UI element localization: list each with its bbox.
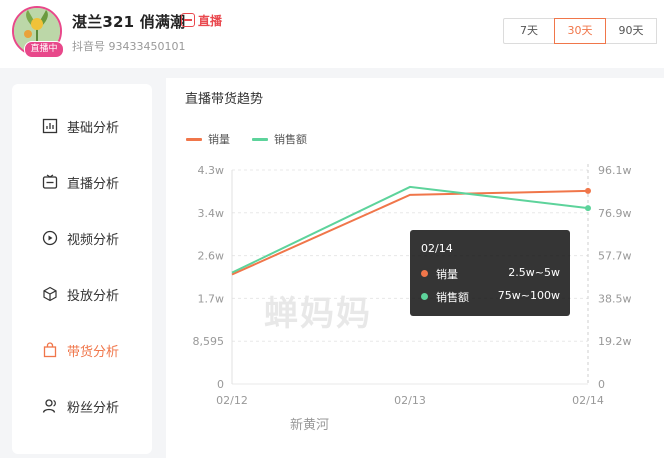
tooltip-row-sales: 销量 2.5w~5w bbox=[421, 266, 560, 282]
sidebar: 基础分析 直播分析 视频分析 投放分析 带货分析 粉丝分析 bbox=[12, 84, 152, 454]
tooltip-name-sales: 销量 bbox=[436, 268, 458, 281]
tooltip-dot-revenue bbox=[421, 293, 428, 300]
shopping-bag-icon bbox=[43, 342, 57, 358]
y-right-tick-label: 57.7w bbox=[598, 250, 632, 263]
sidebar-item-ads[interactable]: 投放分析 bbox=[12, 274, 152, 314]
sidebar-item-basic[interactable]: 基础分析 bbox=[12, 106, 152, 146]
y-left-tick-label: 3.4w bbox=[198, 207, 225, 220]
bar-chart-icon bbox=[42, 118, 58, 134]
x-tick-label: 02/13 bbox=[394, 394, 426, 407]
tooltip-value-revenue: 75w~100w bbox=[497, 289, 560, 302]
y-right-tick-label: 96.1w bbox=[598, 164, 632, 177]
tooltip-value-sales: 2.5w~5w bbox=[508, 266, 560, 279]
tooltip-dot-sales bbox=[421, 270, 428, 277]
douyin-id: 抖音号 93433450101 bbox=[72, 40, 186, 53]
x-tick-label: 02/14 bbox=[572, 394, 604, 407]
sidebar-item-label: 视频分析 bbox=[67, 232, 120, 248]
sidebar-item-label: 基础分析 bbox=[67, 120, 120, 136]
y-right-tick-label: 19.2w bbox=[598, 335, 632, 348]
sidebar-item-label: 带货分析 bbox=[67, 344, 120, 360]
y-left-tick-label: 4.3w bbox=[198, 164, 225, 177]
range-90d-button[interactable]: 90天 bbox=[605, 18, 657, 44]
chart-tooltip: 02/14 销量 2.5w~5w 销售额 75w~100w bbox=[410, 230, 570, 316]
sidebar-item-label: 投放分析 bbox=[67, 288, 120, 304]
sidebar-item-label: 粉丝分析 bbox=[67, 400, 120, 416]
series-point-revenue bbox=[585, 205, 591, 212]
user-icon bbox=[42, 399, 56, 413]
tooltip-row-revenue: 销售额 75w~100w bbox=[421, 289, 560, 305]
live-mark-icon bbox=[181, 13, 195, 27]
live-icon bbox=[42, 174, 58, 189]
header: 直播中 湛兰321 俏满潮 直播 抖音号 93433450101 7天 30天 … bbox=[0, 0, 664, 68]
sidebar-item-live[interactable]: 直播分析 bbox=[12, 162, 152, 202]
y-right-tick-label: 38.5w bbox=[598, 292, 632, 305]
sales-trend-panel: 直播带货趋势 销量 销售额 蝉妈妈 0 0 8,595 19.2w 1.7w 38.5w 2… bbox=[166, 78, 664, 458]
tooltip-date: 02/14 bbox=[421, 242, 453, 255]
username: 湛兰321 俏满潮 bbox=[72, 13, 186, 31]
y-left-tick-label: 2.6w bbox=[198, 250, 225, 263]
sidebar-item-fans[interactable]: 粉丝分析 bbox=[12, 386, 152, 426]
y-right-tick-label: 76.9w bbox=[598, 207, 632, 220]
y-left-tick-label: 8,595 bbox=[193, 335, 225, 348]
range-30d-button[interactable]: 30天 bbox=[554, 18, 606, 44]
date-range-toggle: 7天 30天 90天 bbox=[503, 18, 657, 44]
play-circle-icon bbox=[42, 230, 58, 246]
y-left-tick-label: 0 bbox=[217, 378, 224, 391]
x-tick-label: 02/12 bbox=[216, 394, 248, 407]
sidebar-item-video[interactable]: 视频分析 bbox=[12, 218, 152, 258]
series-point-sales bbox=[585, 187, 591, 194]
cube-icon bbox=[43, 286, 57, 302]
sidebar-item-label: 直播分析 bbox=[67, 176, 120, 192]
y-left-tick-label: 1.7w bbox=[198, 292, 225, 305]
range-7d-button[interactable]: 7天 bbox=[503, 18, 555, 44]
tooltip-name-revenue: 销售额 bbox=[436, 291, 469, 304]
live-mark-label: 直播 bbox=[198, 14, 223, 28]
live-badge: 直播中 bbox=[24, 41, 64, 58]
sidebar-item-sales[interactable]: 带货分析 bbox=[12, 330, 152, 370]
y-right-tick-label: 0 bbox=[598, 378, 605, 391]
source-watermark: 新黄河 bbox=[290, 418, 330, 433]
